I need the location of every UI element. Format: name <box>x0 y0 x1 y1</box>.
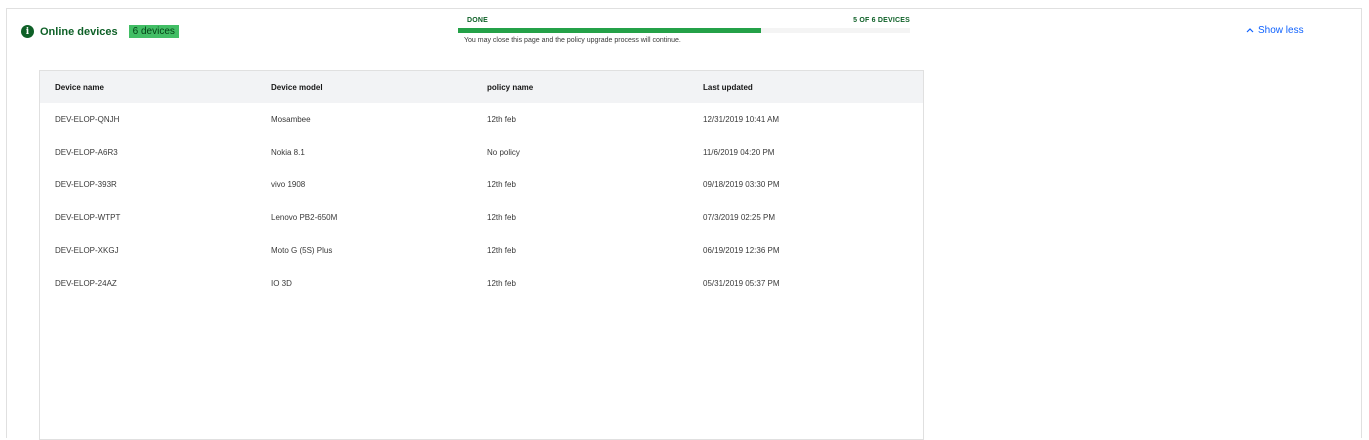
cell-policy-name: 12th feb <box>487 180 516 190</box>
cell-last-updated: 07/3/2019 02:25 PM <box>703 213 776 223</box>
cell-policy-name: 12th feb <box>487 114 516 124</box>
progress-track <box>458 28 910 33</box>
table-row[interactable]: DEV-ELOP-24AZ IO 3D 12th feb 05/31/2019 … <box>40 267 923 300</box>
info-icon: i <box>21 25 34 38</box>
upgrade-progress: DONE 5 OF 6 DEVICES You may close this p… <box>458 17 910 44</box>
cell-last-updated: 12/31/2019 10:41 AM <box>703 114 780 124</box>
device-count-badge: 6 devices <box>128 25 179 38</box>
table-row[interactable]: DEV-ELOP-QNJH Mosambee 12th feb 12/31/20… <box>40 103 923 136</box>
table-row[interactable]: DEV-ELOP-393R vivo 1908 12th feb 09/18/2… <box>40 169 923 202</box>
cell-policy-name: 12th feb <box>487 278 516 288</box>
column-header-last-updated[interactable]: Last updated <box>688 71 923 103</box>
progress-note: You may close this page and the policy u… <box>464 37 681 44</box>
progress-state: DONE <box>467 17 489 24</box>
online-devices-status: i Online devices 6 devices <box>21 25 179 38</box>
cell-device-name: DEV-ELOP-XKGJ <box>55 246 119 256</box>
cell-device-name: DEV-ELOP-A6R3 <box>55 147 118 157</box>
column-header-policy-name[interactable]: policy name <box>472 71 688 103</box>
cell-policy-name: No policy <box>487 147 520 157</box>
chevron-up-icon <box>1246 25 1254 35</box>
cell-policy-name: 12th feb <box>487 213 516 223</box>
cell-last-updated: 09/18/2019 03:30 PM <box>703 180 780 190</box>
progress-count: 5 OF 6 DEVICES <box>853 17 910 24</box>
cell-device-name: DEV-ELOP-24AZ <box>55 278 117 288</box>
table-row[interactable]: DEV-ELOP-XKGJ Moto G (5S) Plus 12th feb … <box>40 234 923 267</box>
cell-device-name: DEV-ELOP-QNJH <box>55 114 120 124</box>
cell-policy-name: 12th feb <box>487 246 516 256</box>
show-less-button[interactable]: Show less <box>1246 25 1304 36</box>
cell-device-model: IO 3D <box>271 278 292 288</box>
cell-device-model: Nokia 8.1 <box>271 147 305 157</box>
cell-last-updated: 05/31/2019 05:37 PM <box>703 278 780 288</box>
cell-device-model: Mosambee <box>271 114 311 124</box>
devices-table-container: Device name Device model policy name Las… <box>39 70 924 440</box>
table-row[interactable]: DEV-ELOP-A6R3 Nokia 8.1 No policy 11/6/2… <box>40 136 923 169</box>
cell-device-model: Lenovo PB2-650M <box>271 213 338 223</box>
cell-last-updated: 11/6/2019 04:20 PM <box>703 147 775 157</box>
devices-table: Device name Device model policy name Las… <box>40 71 923 300</box>
cell-device-model: vivo 1908 <box>271 180 306 190</box>
table-header-row: Device name Device model policy name Las… <box>40 71 923 103</box>
cell-device-name: DEV-ELOP-WTPT <box>55 213 121 223</box>
show-less-label: Show less <box>1258 25 1304 36</box>
status-label: Online devices <box>40 25 118 38</box>
column-header-device-model[interactable]: Device model <box>256 71 472 103</box>
column-header-device-name[interactable]: Device name <box>40 71 256 103</box>
cell-device-model: Moto G (5S) Plus <box>271 246 333 256</box>
cell-last-updated: 06/19/2019 12:36 PM <box>703 246 780 256</box>
progress-fill <box>458 28 761 33</box>
cell-device-name: DEV-ELOP-393R <box>55 180 117 190</box>
table-row[interactable]: DEV-ELOP-WTPT Lenovo PB2-650M 12th feb 0… <box>40 201 923 234</box>
